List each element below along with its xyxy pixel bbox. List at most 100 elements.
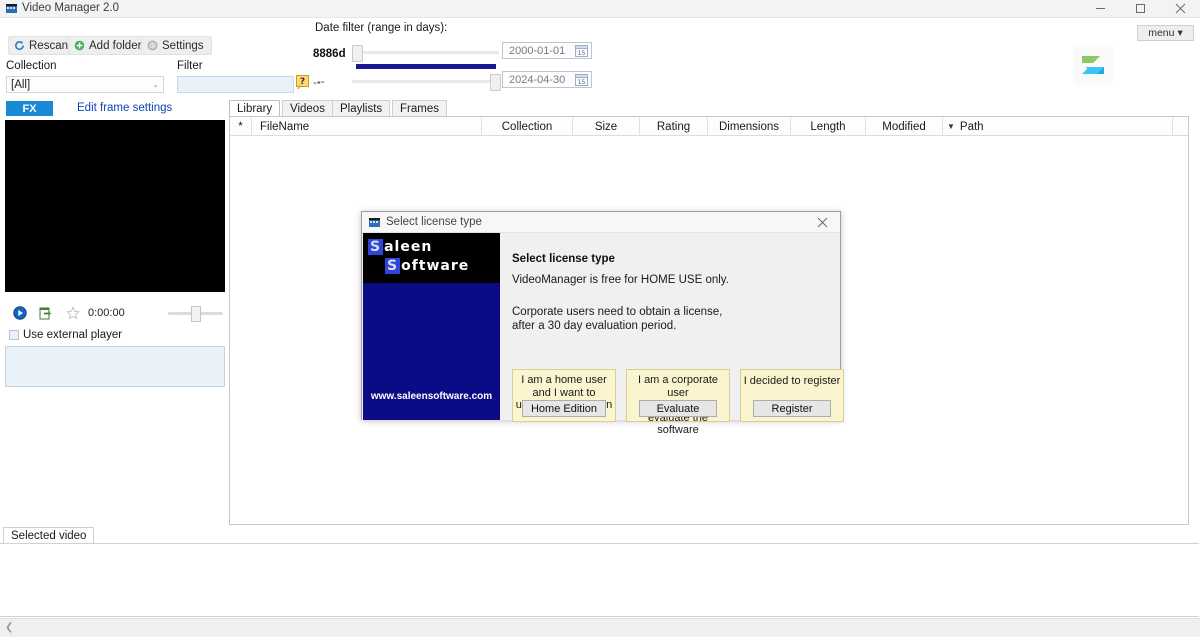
date-filter-label: Date filter (range in days): xyxy=(315,22,448,34)
dialog-close-button[interactable] xyxy=(804,212,840,233)
brand-rest-1: aleen xyxy=(384,239,433,255)
home-edition-button[interactable]: Home Edition xyxy=(521,400,607,417)
tab-selected-video[interactable]: Selected video xyxy=(3,527,95,543)
app-icon xyxy=(6,3,17,14)
column-header-modified-label: Modified xyxy=(882,120,926,133)
saleen-app-logo xyxy=(1073,45,1113,85)
menu-button[interactable]: menu ▾ xyxy=(1137,25,1194,41)
date-to-value: 2024-04-30 xyxy=(509,73,566,86)
status-bar: ❮ xyxy=(0,618,1200,637)
help-question-icon[interactable]: ? xyxy=(296,75,309,90)
license-type-dialog: Select license type Saleen Software www.… xyxy=(361,211,844,436)
column-header-collection[interactable]: Collection xyxy=(482,117,573,136)
date-range-dash: -- xyxy=(313,77,321,89)
saleen-brand-panel: Saleen Software www.saleensoftware.com xyxy=(363,233,500,420)
menu-label: menu xyxy=(1148,27,1175,39)
chevron-left-icon[interactable]: ❮ xyxy=(5,622,13,633)
date-from-slider[interactable] xyxy=(352,45,499,62)
brand-rest-2: oftware xyxy=(401,258,470,274)
column-header-dimensions[interactable]: Dimensions xyxy=(708,117,791,136)
play-icon[interactable] xyxy=(13,306,27,320)
maximize-button[interactable] xyxy=(1120,0,1160,17)
choice-register-text: I decided to register xyxy=(743,375,841,387)
table-header-row: * FileName Collection Size Rating Dimens… xyxy=(230,117,1188,136)
chevron-down-icon: ▾ xyxy=(1177,27,1183,39)
column-header-extra[interactable] xyxy=(1173,117,1188,136)
date-from-field[interactable]: 2000-01-01 15 xyxy=(502,42,592,59)
collection-label: Collection xyxy=(6,60,57,72)
tab-playlists[interactable]: Playlists xyxy=(332,100,391,116)
evaluate-button[interactable]: Evaluate xyxy=(639,400,717,417)
selected-video-panel xyxy=(0,543,1199,617)
svg-text:?: ? xyxy=(300,77,305,87)
dialog-text-corporate: Corporate users need to obtain a license… xyxy=(512,306,723,332)
export-icon[interactable] xyxy=(39,306,53,320)
collection-select[interactable]: [All] ⌄ xyxy=(6,76,164,93)
plus-circle-icon xyxy=(74,40,85,51)
tab-frames[interactable]: Frames xyxy=(392,100,447,116)
slider-thumb[interactable] xyxy=(352,45,363,62)
brand-cap-s1: S xyxy=(368,239,384,255)
date-range-indicator xyxy=(356,64,496,69)
tab-library[interactable]: Library xyxy=(229,100,281,116)
close-button[interactable] xyxy=(1160,0,1200,17)
brand-website-url[interactable]: www.saleensoftware.com xyxy=(363,391,500,402)
main-tabstrip: Library Videos Playlists Frames xyxy=(229,100,1189,116)
choice-home-edition[interactable]: I am a home user and I want to use the f… xyxy=(512,369,616,422)
volume-slider[interactable] xyxy=(168,306,223,322)
edit-frame-settings-link[interactable]: Edit frame settings xyxy=(77,102,172,114)
sort-descending-icon: ▼ xyxy=(947,122,955,131)
settings-label: Settings xyxy=(162,39,204,52)
dialog-body: Saleen Software www.saleensoftware.com S… xyxy=(362,233,844,436)
date-to-field[interactable]: 2024-04-30 15 xyxy=(502,71,592,88)
dialog-title: Select license type xyxy=(386,216,482,228)
minimize-button[interactable] xyxy=(1080,0,1120,17)
gear-icon xyxy=(147,40,158,51)
register-button[interactable]: Register xyxy=(753,400,831,417)
calendar-icon[interactable]: 15 xyxy=(575,45,588,57)
slider-thumb[interactable] xyxy=(490,74,501,91)
brand-cap-s2: S xyxy=(385,258,401,274)
use-external-player-checkbox[interactable] xyxy=(9,330,19,340)
column-header-size[interactable]: Size xyxy=(573,117,640,136)
add-folder-label: Add folder xyxy=(89,39,142,52)
window-titlebar: Video Manager 2.0 xyxy=(0,0,1200,18)
slider-track xyxy=(352,80,499,83)
date-range-days-value: 8886d xyxy=(313,48,346,60)
calendar-icon[interactable]: 15 xyxy=(575,74,588,86)
add-folder-button[interactable]: Add folder xyxy=(68,36,150,55)
date-to-slider[interactable] xyxy=(352,74,501,91)
rescan-button[interactable]: Rescan xyxy=(8,36,76,55)
refresh-icon xyxy=(14,40,25,51)
slider-thumb[interactable] xyxy=(191,306,201,322)
tab-videos[interactable]: Videos xyxy=(282,100,333,116)
filter-label: Filter xyxy=(177,60,203,72)
choice-register[interactable]: I decided to register Register xyxy=(740,369,844,422)
brand-line-software: Software xyxy=(385,258,469,274)
video-preview-surface[interactable] xyxy=(5,120,225,292)
column-header-filename[interactable]: FileName xyxy=(252,117,482,136)
bottom-tabstrip: Selected video xyxy=(0,527,1200,543)
chevron-down-icon: ⌄ xyxy=(152,79,159,89)
svg-text:15: 15 xyxy=(578,50,586,57)
filter-input[interactable] xyxy=(177,76,294,93)
rescan-label: Rescan xyxy=(29,39,68,52)
column-header-length[interactable]: Length xyxy=(791,117,866,136)
dialog-titlebar: Select license type xyxy=(362,212,840,233)
column-header-path[interactable]: ▼ Path xyxy=(943,117,1173,136)
column-header-modified[interactable]: Modified xyxy=(866,117,943,136)
svg-text:15: 15 xyxy=(578,79,586,86)
column-header-flag[interactable]: * xyxy=(230,117,252,136)
video-notes-box[interactable] xyxy=(5,346,225,387)
collection-value: [All] xyxy=(11,78,31,91)
use-external-player-label: Use external player xyxy=(23,329,123,341)
slider-track xyxy=(352,51,499,54)
brand-line-saleen: Saleen xyxy=(368,239,432,255)
column-header-rating[interactable]: Rating xyxy=(640,117,708,136)
dialog-text-home-use: VideoManager is free for HOME USE only. xyxy=(512,274,729,286)
settings-button[interactable]: Settings xyxy=(141,36,212,55)
date-from-value: 2000-01-01 xyxy=(509,44,566,57)
fx-button[interactable]: FX xyxy=(6,101,53,116)
star-icon[interactable] xyxy=(66,306,80,320)
choice-evaluate[interactable]: I am a corporate user and I want to eval… xyxy=(626,369,730,436)
